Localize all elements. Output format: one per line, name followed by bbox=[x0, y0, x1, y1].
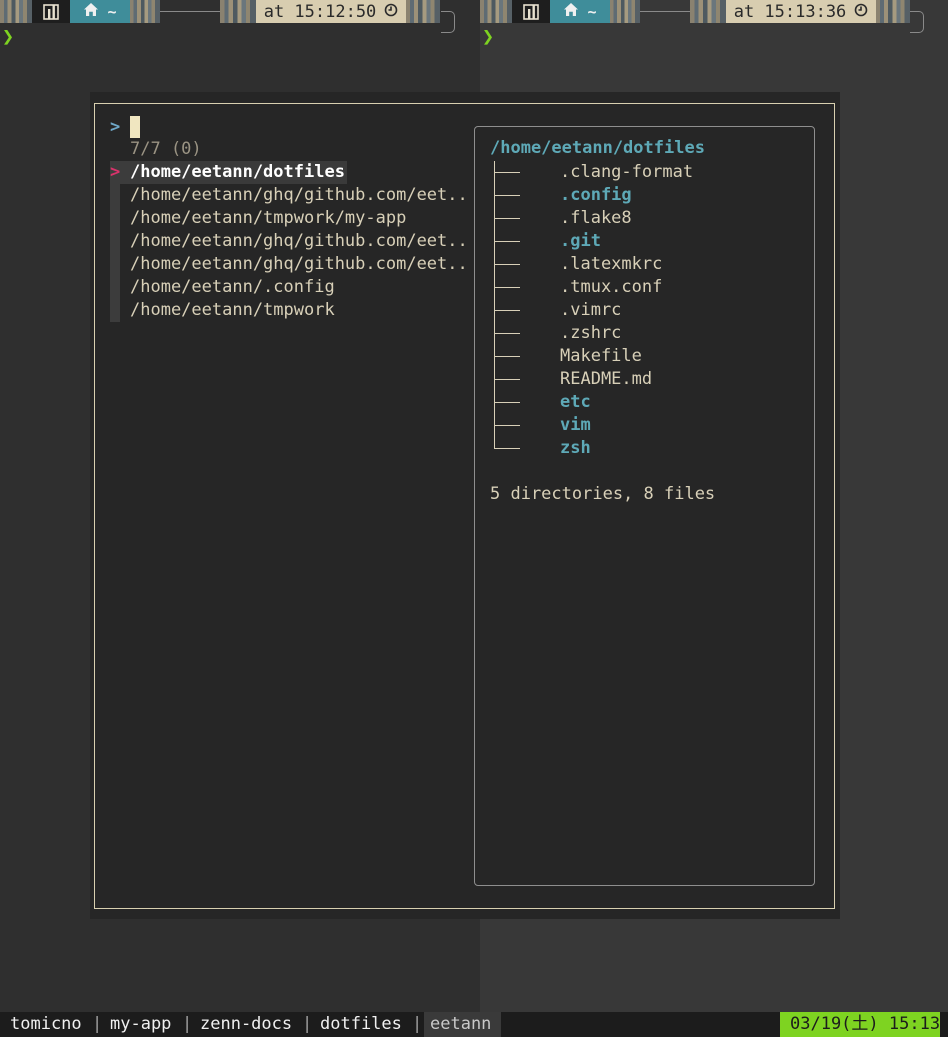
list-item-text: /home/eetann/tmpwork bbox=[130, 300, 335, 320]
tree-file-name: Makefile bbox=[560, 346, 642, 366]
window-separator: | bbox=[182, 1014, 193, 1034]
tree-directory-name: zsh bbox=[560, 438, 591, 458]
prompt-directory: ~ bbox=[550, 0, 610, 23]
window-separator: | bbox=[92, 1014, 103, 1034]
window-separator: | bbox=[302, 1014, 313, 1034]
list-gutter bbox=[110, 230, 120, 253]
tmux-window-tab-active[interactable]: eetann bbox=[424, 1012, 501, 1037]
prompt-time-text: at 15:13:36 bbox=[733, 1, 847, 22]
tree-branch-line bbox=[494, 230, 520, 253]
list-gutter bbox=[110, 276, 120, 299]
tree-file-name: .latexmkrc bbox=[560, 254, 663, 274]
prompt-time-text: at 15:12:50 bbox=[263, 1, 377, 22]
tree-directory-name: etc bbox=[560, 392, 591, 412]
tree-branch-line bbox=[494, 322, 520, 345]
query-prompt-symbol: > bbox=[110, 117, 121, 137]
list-item[interactable]: > /home/eetann/dotfiles bbox=[110, 161, 470, 184]
tree-branch-line bbox=[494, 276, 520, 299]
list-item[interactable]: /home/eetann/tmpwork/my-app bbox=[110, 207, 470, 230]
clock-icon bbox=[384, 2, 398, 22]
list-item-text: /home/eetann/tmpwork/my-app bbox=[130, 208, 407, 228]
prompt-cwd: ~ bbox=[587, 2, 597, 21]
prompt-endcap bbox=[910, 11, 924, 33]
prompt-endcap bbox=[441, 11, 455, 33]
list-gutter bbox=[110, 253, 120, 276]
tmux-window-tab[interactable]: my-app bbox=[104, 1012, 177, 1037]
status-clock: 03/19(土) 15:13 bbox=[780, 1012, 940, 1037]
list-gutter bbox=[110, 299, 120, 322]
list-item-text: /home/eetann/ghq/github.com/eet.. bbox=[130, 185, 468, 205]
prompt-cwd: ~ bbox=[107, 2, 117, 21]
prompt-decoration bbox=[0, 0, 32, 23]
tree-branch-line bbox=[494, 299, 520, 322]
tree-file-name: .flake8 bbox=[560, 208, 632, 228]
prompt-time: at 15:13:36 bbox=[726, 0, 876, 23]
tmux-window-tab[interactable]: zenn-docs bbox=[194, 1012, 298, 1037]
list-item[interactable]: /home/eetann/tmpwork bbox=[110, 299, 470, 322]
tree-file-name: .tmux.conf bbox=[560, 277, 663, 297]
prompt-decoration bbox=[480, 0, 512, 23]
prompt-symbol: ❯ bbox=[482, 24, 495, 48]
match-count: 7/7 (0) bbox=[130, 139, 202, 159]
os-logo-icon bbox=[32, 0, 70, 23]
prompt-directory: ~ bbox=[70, 0, 130, 23]
prompt-time: at 15:12:50 bbox=[256, 0, 406, 23]
prompt-bar-left: ~ at 15:12:50 bbox=[0, 0, 460, 23]
prompt-filler-line bbox=[640, 11, 690, 12]
tree-file-name: .zshrc bbox=[560, 323, 622, 343]
prompt-bar-right: ~ at 15:13:36 bbox=[480, 0, 910, 23]
prompt-decoration bbox=[610, 0, 640, 23]
tree-branch-line bbox=[494, 345, 520, 368]
fzf-result-list[interactable]: > /home/eetann/dotfiles /home/eetann/ghq… bbox=[110, 161, 470, 322]
prompt-decoration bbox=[690, 0, 726, 23]
tree-file-name: .clang-format bbox=[560, 162, 694, 182]
fzf-query-line[interactable]: > bbox=[110, 116, 140, 138]
list-gutter bbox=[110, 207, 120, 230]
list-item[interactable]: /home/eetann/ghq/github.com/eet.. bbox=[110, 184, 470, 207]
tmux-window-tab[interactable]: dotfiles bbox=[314, 1012, 408, 1037]
tree-branch-line bbox=[494, 161, 520, 184]
preview-window[interactable] bbox=[474, 126, 815, 886]
tree-directory-name: .config bbox=[560, 185, 632, 205]
prompt-filler-line bbox=[160, 11, 220, 12]
home-icon bbox=[563, 2, 579, 21]
tree-file-name: README.md bbox=[560, 369, 653, 389]
tmux-status-bar: tomicno | my-app | zenn-docs | dotfiles … bbox=[0, 1012, 948, 1037]
tree-file-name: .vimrc bbox=[560, 300, 622, 320]
prompt-decoration bbox=[130, 0, 160, 23]
home-icon bbox=[83, 2, 99, 21]
list-item-text: /home/eetann/ghq/github.com/eet.. bbox=[130, 231, 468, 251]
tree-directory-name: .git bbox=[560, 231, 601, 251]
tmux-window-tab[interactable]: tomicno bbox=[4, 1012, 88, 1037]
tree-branch-line bbox=[494, 184, 520, 207]
list-item-text: /home/eetann/dotfiles bbox=[130, 161, 347, 184]
window-separator: | bbox=[412, 1014, 423, 1034]
prompt-decoration bbox=[876, 0, 910, 23]
tree-branch-line bbox=[494, 391, 520, 414]
list-gutter bbox=[110, 184, 120, 207]
tree-branch-line bbox=[494, 414, 520, 437]
list-item-text: /home/eetann/.config bbox=[130, 277, 335, 297]
list-item[interactable]: /home/eetann/ghq/github.com/eet.. bbox=[110, 230, 470, 253]
selection-pointer: > bbox=[110, 161, 130, 184]
prompt-symbol: ❯ bbox=[2, 24, 15, 48]
tree-branch-line bbox=[494, 207, 520, 230]
tree-branch-line bbox=[494, 253, 520, 276]
preview-root-path: /home/eetann/dotfiles bbox=[490, 138, 705, 158]
tree-branch-line bbox=[494, 368, 520, 391]
tree-directory-name: vim bbox=[560, 415, 591, 435]
tree-branch-line bbox=[494, 437, 520, 460]
prompt-decoration bbox=[406, 0, 440, 23]
clock-icon bbox=[854, 2, 868, 22]
text-cursor bbox=[130, 116, 140, 138]
list-item[interactable]: /home/eetann/.config bbox=[110, 276, 470, 299]
prompt-decoration bbox=[220, 0, 256, 23]
list-item[interactable]: /home/eetann/ghq/github.com/eet.. bbox=[110, 253, 470, 276]
os-logo-icon bbox=[512, 0, 550, 23]
tree-summary: 5 directories, 8 files bbox=[490, 484, 716, 504]
list-item-text: /home/eetann/ghq/github.com/eet.. bbox=[130, 254, 468, 274]
